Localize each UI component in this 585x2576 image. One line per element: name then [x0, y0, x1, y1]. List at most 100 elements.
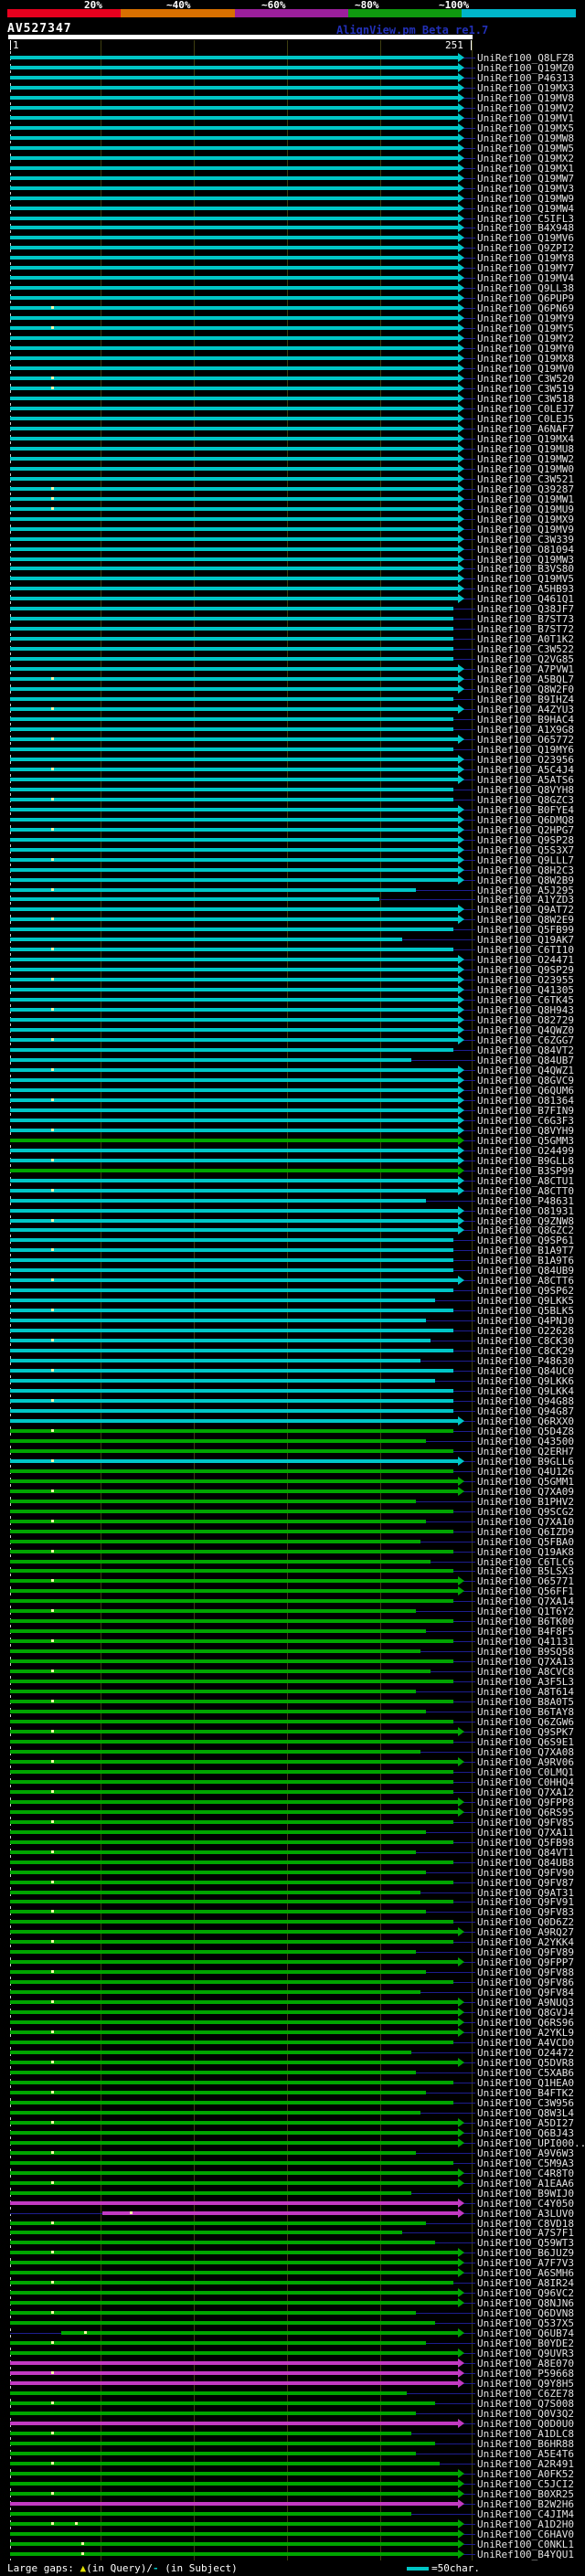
hit-label[interactable]: UniRef100_C4R8T0 — [477, 2168, 574, 2178]
hit-bar[interactable] — [10, 928, 453, 932]
hit-bar[interactable] — [10, 1569, 453, 1574]
hit-label[interactable]: UniRef100_Q5FB98 — [477, 1838, 574, 1848]
hit-label[interactable]: UniRef100_Q19MX1 — [477, 164, 574, 174]
hit-bar[interactable] — [10, 2311, 417, 2316]
hit-bar[interactable] — [10, 1398, 453, 1403]
hit-bar[interactable] — [10, 1198, 426, 1203]
hit-bar[interactable] — [10, 677, 459, 682]
hit-bar[interactable] — [10, 1288, 453, 1293]
hit-bar[interactable] — [10, 1018, 459, 1023]
hit-bar[interactable] — [10, 2170, 459, 2175]
hit-bar[interactable] — [10, 968, 459, 972]
hit-bar[interactable] — [10, 777, 459, 781]
hit-bar[interactable] — [10, 1329, 453, 1333]
hit-bar[interactable] — [10, 998, 459, 1002]
hit-bar[interactable] — [10, 246, 459, 250]
hit-bar[interactable] — [10, 1990, 421, 1995]
hit-label[interactable]: UniRef100_B3SP99 — [477, 1166, 574, 1176]
hit-label[interactable]: UniRef100_C6HAV0 — [477, 2529, 574, 2539]
hit-label[interactable]: UniRef100_Q6IZD9 — [477, 1527, 574, 1537]
hit-bar[interactable] — [10, 2451, 417, 2455]
hit-bar[interactable] — [10, 1448, 453, 1453]
hit-bar[interactable] — [10, 1649, 421, 1654]
hit-bar[interactable] — [10, 1589, 459, 1594]
hit-bar[interactable] — [10, 486, 459, 491]
hit-bar[interactable] — [10, 2100, 453, 2104]
hit-bar[interactable] — [10, 456, 459, 461]
hit-bar[interactable] — [10, 817, 459, 822]
hit-bar[interactable] — [10, 577, 459, 581]
hit-bar[interactable] — [10, 2291, 459, 2295]
hit-bar[interactable] — [10, 1228, 459, 1233]
hit-label[interactable]: UniRef100_P48631 — [477, 1196, 574, 1206]
hit-bar[interactable] — [10, 2301, 459, 2306]
hit-label[interactable]: UniRef100_Q19MW9 — [477, 194, 574, 204]
hit-bar[interactable] — [10, 85, 459, 90]
hit-bar[interactable] — [10, 416, 459, 420]
hit-bar[interactable] — [10, 506, 459, 511]
hit-bar[interactable] — [10, 627, 453, 631]
hit-bar[interactable] — [10, 95, 459, 100]
hit-bar[interactable] — [10, 2010, 459, 2015]
hit-bar[interactable] — [10, 1729, 459, 1733]
hit-label[interactable]: UniRef100_Q19MV9 — [477, 525, 574, 535]
hit-bar[interactable] — [10, 326, 459, 331]
hit-bar[interactable] — [10, 2221, 426, 2225]
hit-bar[interactable] — [10, 2491, 459, 2496]
hit-bar[interactable] — [10, 1268, 453, 1273]
hit-bar[interactable] — [10, 2321, 435, 2326]
hit-bar[interactable] — [10, 877, 459, 882]
hit-bar[interactable] — [10, 1890, 421, 1894]
hit-bar[interactable] — [10, 2341, 426, 2346]
hit-bar[interactable] — [10, 1609, 417, 1614]
hit-bar[interactable] — [10, 2501, 459, 2506]
hit-bar[interactable] — [10, 607, 453, 611]
hit-bar[interactable] — [10, 2251, 459, 2255]
hit-label[interactable]: UniRef100_Q84UB8 — [477, 1858, 574, 1868]
hit-bar[interactable] — [10, 2351, 459, 2356]
hit-bar[interactable] — [10, 1238, 453, 1243]
hit-bar[interactable] — [10, 958, 459, 962]
hit-bar[interactable] — [10, 2261, 459, 2265]
hit-label[interactable]: UniRef100_Q9FV87 — [477, 1878, 574, 1888]
hit-bar[interactable] — [10, 1128, 459, 1132]
hit-label[interactable]: UniRef100_A1D2H0 — [477, 2519, 574, 2529]
hit-bar[interactable] — [10, 1178, 459, 1182]
hit-bar[interactable] — [10, 1048, 453, 1053]
hit-bar[interactable] — [10, 1670, 431, 1674]
hit-bar[interactable] — [10, 2190, 412, 2195]
hit-bar[interactable] — [10, 2471, 459, 2475]
hit-bar[interactable] — [10, 526, 459, 531]
hit-bar[interactable] — [10, 1319, 426, 1323]
hit-bar[interactable] — [10, 1799, 459, 1804]
hit-label[interactable]: UniRef100_Q19MW7 — [477, 174, 574, 184]
hit-bar[interactable] — [10, 316, 459, 321]
hit-bar[interactable] — [10, 125, 459, 130]
hit-label[interactable]: UniRef100_A8CTU1 — [477, 1176, 574, 1186]
hit-bar[interactable] — [10, 1349, 453, 1353]
hit-bar[interactable] — [10, 387, 459, 390]
hit-bar[interactable] — [10, 1299, 435, 1303]
hit-bar[interactable] — [10, 1379, 435, 1383]
hit-bar[interactable] — [10, 867, 459, 872]
hit-bar[interactable] — [10, 2421, 459, 2425]
hit-bar[interactable] — [10, 988, 459, 992]
hit-bar[interactable] — [10, 2271, 459, 2275]
hit-bar[interactable] — [10, 226, 459, 230]
hit-bar[interactable] — [10, 56, 459, 59]
hit-bar[interactable] — [10, 546, 459, 551]
hit-bar[interactable] — [10, 496, 459, 501]
hit-bar[interactable] — [10, 346, 459, 351]
hit-bar[interactable] — [10, 135, 459, 140]
hit-bar[interactable] — [10, 1458, 459, 1463]
hit-bar[interactable] — [10, 857, 459, 862]
hit-bar[interactable] — [10, 1158, 459, 1162]
hit-bar[interactable] — [10, 336, 459, 341]
hit-bar[interactable] — [10, 2200, 459, 2205]
hit-bar[interactable] — [10, 827, 459, 832]
hit-bar[interactable] — [10, 266, 459, 270]
hit-label[interactable]: UniRef100_B9WIJ0 — [477, 2189, 574, 2199]
hit-bar[interactable] — [10, 1680, 453, 1684]
hit-bar[interactable] — [10, 1188, 459, 1193]
hit-label[interactable]: UniRef100_O81094 — [477, 545, 574, 555]
